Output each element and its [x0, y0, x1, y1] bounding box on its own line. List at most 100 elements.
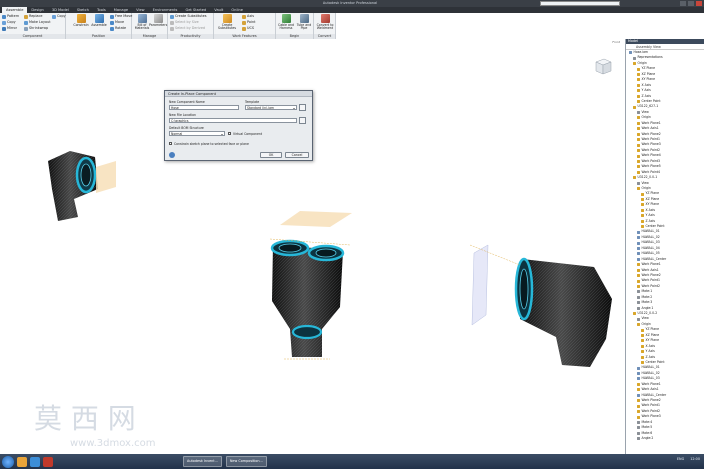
virtual-component-label: Virtual Component: [233, 131, 263, 136]
node-icon: [637, 170, 640, 174]
virtual-component-checkbox[interactable]: [228, 132, 231, 135]
tube-pipe-button[interactable]: Tube and Pipe: [295, 14, 313, 33]
panel-begin: Cable and Harness Tube and Pipe Begin: [276, 13, 314, 39]
model-browser: Model Assembly View Hose.iam Representati…: [625, 39, 704, 454]
taskbar: Autodesk Invent... New Composition... EN…: [0, 454, 704, 469]
node-icon: [637, 279, 640, 283]
node-icon: [641, 203, 644, 207]
clock[interactable]: 12:00: [690, 457, 700, 461]
node-icon: [641, 192, 644, 196]
panel-component: Pattern Copy Mirror Replace Make Layout …: [0, 13, 66, 39]
node-icon: [637, 393, 640, 397]
node-icon: [637, 132, 640, 136]
help-search-input[interactable]: [540, 1, 620, 6]
work-plane-right[interactable]: [471, 244, 489, 326]
close-button[interactable]: [696, 1, 702, 6]
language-indicator[interactable]: ENG: [677, 457, 684, 461]
minimize-button[interactable]: [680, 1, 686, 6]
create-substitutes-button[interactable]: Create Substitutes: [170, 14, 207, 19]
work-plane-left[interactable]: [96, 161, 116, 193]
constrain-button[interactable]: Constrain: [72, 14, 90, 33]
node-icon: [637, 78, 640, 82]
taskbar-inventor[interactable]: Autodesk Invent...: [183, 456, 222, 467]
browser-icon[interactable]: [30, 456, 40, 467]
node-icon: [641, 333, 644, 337]
mirror-button[interactable]: Mirror: [2, 26, 17, 31]
node-icon: [637, 410, 640, 414]
cancel-button[interactable]: Cancel: [285, 152, 309, 158]
template-browse-button[interactable]: [299, 104, 306, 111]
node-icon: [637, 377, 640, 381]
cable-icon: [281, 14, 291, 23]
node-icon: [637, 323, 640, 327]
bom-structure-select[interactable]: Normal: [169, 131, 225, 136]
node-icon: [637, 306, 640, 310]
node-icon: [637, 116, 640, 120]
ucs-button[interactable]: UCS: [242, 26, 254, 31]
explorer-icon[interactable]: [17, 456, 27, 467]
node-icon: [637, 437, 640, 441]
node-icon: [637, 246, 640, 250]
template-select[interactable]: Standard (in).iam: [245, 105, 297, 110]
mirror-icon: [2, 26, 6, 31]
start-button[interactable]: [2, 455, 14, 468]
window-title: Autodesk Inventor Professional: [322, 1, 378, 5]
node-icon: [637, 230, 640, 234]
taskbar-composition[interactable]: New Composition...: [225, 456, 267, 467]
point-button[interactable]: Point: [242, 20, 255, 25]
node-icon: [637, 67, 640, 71]
pattern-button[interactable]: Pattern: [2, 14, 19, 19]
create-substitutes-large-button[interactable]: Create Substitutes: [216, 14, 238, 33]
elbow-fitting-right[interactable]: [469, 244, 612, 367]
y-fitting-center[interactable]: [269, 211, 352, 360]
node-icon: [637, 94, 640, 98]
axis-button[interactable]: Axis: [242, 14, 254, 19]
replace-button[interactable]: Replace: [24, 14, 42, 19]
copy-design-button[interactable]: Copy: [52, 14, 66, 19]
bill-of-materials-icon: [137, 14, 147, 23]
node-icon: [641, 355, 644, 359]
node-icon: [637, 268, 640, 272]
node-icon: [637, 100, 640, 104]
move-button[interactable]: Move: [110, 20, 124, 25]
node-icon: [641, 208, 644, 212]
component-name-field[interactable]: Hose: [169, 105, 239, 110]
select-by-derived-button[interactable]: Select by Derived: [170, 26, 205, 31]
select-by-size-button[interactable]: Select by Size: [170, 20, 199, 25]
help-icon[interactable]: [169, 152, 175, 158]
cable-harness-button[interactable]: Cable and Harness: [277, 14, 295, 33]
convert-weldment-button[interactable]: Convert to Weldment: [316, 14, 334, 33]
shrinkwrap-icon: [24, 26, 28, 31]
maximize-button[interactable]: [688, 1, 694, 6]
free-move-button[interactable]: Free Move: [110, 14, 132, 19]
node-icon: [637, 187, 640, 191]
browser-node[interactable]: Angle:2: [626, 436, 704, 441]
parameters-button[interactable]: Parameters: [149, 14, 167, 33]
plane-icon: [222, 14, 232, 23]
file-location-field[interactable]: C:\graphics: [169, 118, 297, 123]
node-icon: [637, 290, 640, 294]
constrain-sketch-checkbox[interactable]: [169, 142, 172, 145]
assemble-button[interactable]: Assemble: [90, 14, 108, 33]
node-icon: [641, 198, 644, 201]
elbow-fitting-left[interactable]: [48, 151, 116, 221]
make-layout-button[interactable]: Make Layout: [24, 20, 51, 25]
work-plane-center[interactable]: [280, 211, 352, 227]
panel-work-features: Create Substitutes Axis Point UCS Work F…: [214, 13, 276, 39]
location-browse-button[interactable]: [299, 117, 306, 124]
template-label: Template: [245, 100, 260, 104]
node-icon: [637, 420, 640, 424]
copy-button[interactable]: Copy: [2, 20, 16, 25]
node-icon: [637, 149, 640, 153]
node-icon: [637, 83, 640, 87]
media-icon[interactable]: [43, 456, 53, 467]
node-icon: [637, 111, 640, 114]
parameters-icon: [153, 14, 163, 23]
rotate-button[interactable]: Rotate: [110, 26, 126, 31]
shrinkwrap-button[interactable]: Shrinkwrap: [24, 26, 48, 31]
copy-icon: [2, 20, 6, 25]
view-cube[interactable]: [593, 56, 613, 76]
ribbon-empty-area: [336, 13, 704, 39]
ok-button[interactable]: OK: [260, 152, 282, 158]
node-icon: [637, 89, 640, 93]
